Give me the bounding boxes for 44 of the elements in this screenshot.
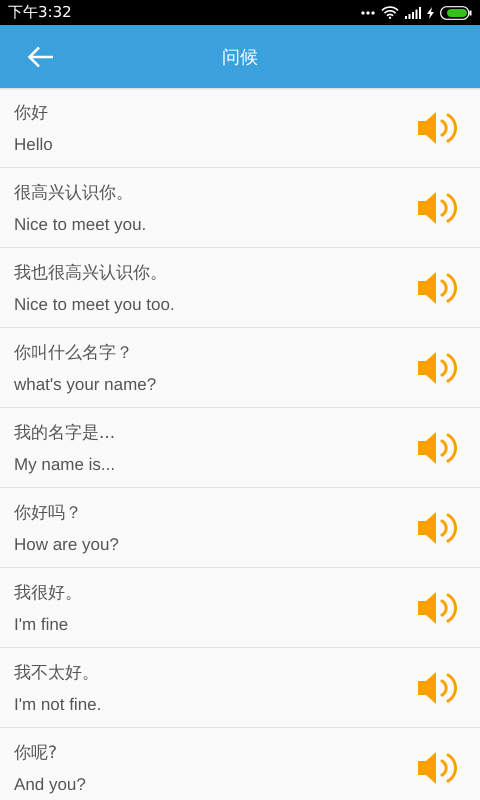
english-phrase: I'm fine xyxy=(14,614,70,634)
speaker-icon[interactable] xyxy=(418,750,460,784)
speaker-icon[interactable] xyxy=(418,590,460,624)
english-phrase: what's your name? xyxy=(14,374,156,394)
phrase-row[interactable]: 我不太好。 I'm not fine. xyxy=(0,648,480,728)
english-phrase: Nice to meet you too. xyxy=(14,294,175,314)
speaker-icon[interactable] xyxy=(418,190,460,224)
english-phrase: Hello xyxy=(14,134,53,154)
chinese-phrase: 我也很高兴认识你。 xyxy=(14,262,168,284)
more-dots-icon xyxy=(361,10,375,14)
signal-icon xyxy=(405,6,421,18)
phrase-row[interactable]: 你呢? And you? xyxy=(0,728,480,800)
speaker-icon[interactable] xyxy=(418,110,460,144)
back-arrow-icon[interactable] xyxy=(27,44,55,68)
phrase-row[interactable]: 我的名字是... My name is... xyxy=(0,408,480,488)
chinese-phrase: 我很好。 xyxy=(14,582,82,604)
chinese-phrase: 你好 xyxy=(14,102,49,124)
chinese-phrase: 你呢? xyxy=(14,742,58,764)
chinese-phrase: 我不太好。 xyxy=(14,662,100,684)
chinese-phrase: 很高兴认识你。 xyxy=(14,182,134,204)
charging-icon xyxy=(427,6,434,18)
speaker-icon[interactable] xyxy=(418,670,460,704)
english-phrase: How are you? xyxy=(14,534,119,554)
english-phrase: And you? xyxy=(14,774,86,794)
screen-title: 问候 xyxy=(222,46,258,68)
wifi-icon xyxy=(381,6,399,19)
speaker-icon[interactable] xyxy=(418,350,460,384)
battery-icon xyxy=(440,6,472,20)
speaker-icon[interactable] xyxy=(418,510,460,544)
speaker-icon[interactable] xyxy=(418,430,460,464)
english-phrase: My name is... xyxy=(14,454,116,474)
status-time: 下午3:32 xyxy=(8,3,72,22)
phrase-row[interactable]: 我也很高兴认识你。 Nice to meet you too. xyxy=(0,248,480,328)
phrase-row[interactable]: 我很好。 I'm fine xyxy=(0,568,480,648)
english-phrase: I'm not fine. xyxy=(14,694,102,714)
chinese-phrase: 你好吗？ xyxy=(14,502,83,524)
chinese-phrase: 我的名字是... xyxy=(14,422,116,444)
phrase-row[interactable]: 很高兴认识你。 Nice to meet you. xyxy=(0,168,480,248)
phrase-row[interactable]: 你好 Hello xyxy=(0,88,480,168)
english-phrase: Nice to meet you. xyxy=(14,214,146,234)
phrase-row[interactable]: 你好吗？ How are you? xyxy=(0,488,480,568)
chinese-phrase: 你叫什么名字？ xyxy=(14,342,134,364)
speaker-icon[interactable] xyxy=(418,270,460,304)
phrase-row[interactable]: 你叫什么名字？ what's your name? xyxy=(0,328,480,408)
